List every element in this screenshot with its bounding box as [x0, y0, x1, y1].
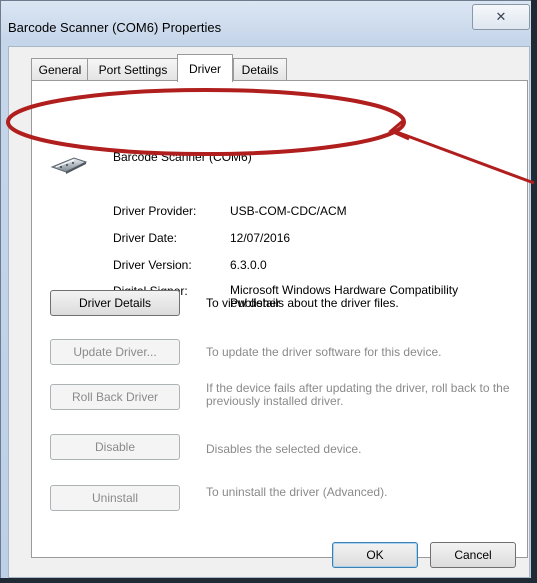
tab-general[interactable]: General — [31, 58, 89, 81]
driver-details-description: To view details about the driver files. — [206, 296, 399, 310]
driver-version-label: Driver Version: — [113, 258, 192, 272]
roll-back-driver-button[interactable]: Roll Back Driver — [50, 384, 180, 410]
update-driver-description: To update the driver software for this d… — [206, 345, 442, 359]
update-driver-button[interactable]: Update Driver... — [50, 339, 180, 365]
properties-window: Barcode Scanner (COM6) Properties ✕ Gene… — [0, 0, 537, 583]
device-name: Barcode Scanner (COM6) — [113, 150, 252, 164]
uninstall-description: To uninstall the driver (Advanced). — [206, 485, 388, 499]
cancel-button[interactable]: Cancel — [430, 542, 516, 568]
window-shadow-right — [531, 0, 537, 583]
usb-serial-plug-icon — [50, 157, 88, 174]
close-icon: ✕ — [495, 9, 507, 24]
driver-date-value: 12/07/2016 — [230, 231, 291, 245]
driver-details-button[interactable]: Driver Details — [50, 290, 180, 316]
window-title: Barcode Scanner (COM6) Properties — [8, 20, 222, 35]
driver-version-value: 6.3.0.0 — [230, 258, 267, 272]
tab-port-settings[interactable]: Port Settings — [87, 58, 179, 81]
ok-button[interactable]: OK — [332, 542, 418, 568]
disable-button[interactable]: Disable — [50, 434, 180, 460]
uninstall-button[interactable]: Uninstall — [50, 485, 180, 511]
driver-provider-value: USB-COM-CDC/ACM — [230, 204, 347, 218]
window-shadow-bottom — [0, 578, 537, 583]
tab-driver[interactable]: Driver — [177, 54, 233, 82]
close-button[interactable]: ✕ — [472, 4, 530, 30]
tab-details[interactable]: Details — [233, 58, 287, 81]
roll-back-driver-description: If the device fails after updating the d… — [206, 381, 510, 408]
disable-description: Disables the selected device. — [206, 442, 362, 456]
driver-provider-label: Driver Provider: — [113, 204, 197, 218]
driver-date-label: Driver Date: — [113, 231, 178, 245]
dialog-client-area: General Port Settings Driver Details Bar… — [8, 46, 530, 578]
